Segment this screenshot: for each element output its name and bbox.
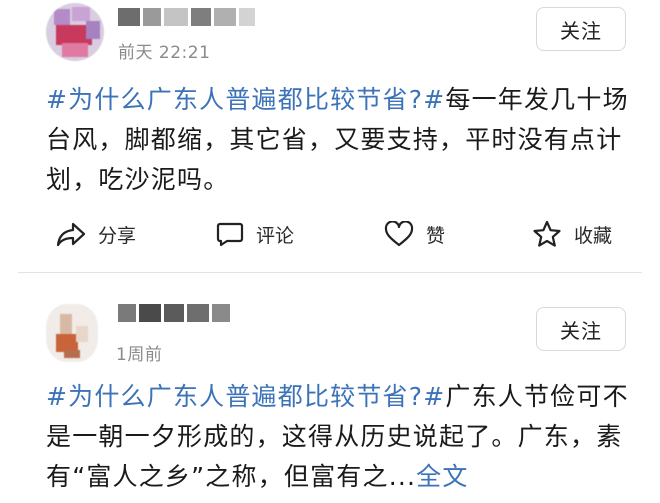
username-blurred[interactable] [118, 8, 255, 30]
favorite-button[interactable]: 收藏 [532, 214, 612, 254]
follow-button[interactable]: 关注 [536, 7, 626, 51]
share-arrow-icon [56, 222, 86, 247]
like-label: 赞 [426, 224, 446, 247]
favorite-label: 收藏 [574, 224, 613, 247]
share-button[interactable]: 分享 [56, 214, 136, 254]
hashtag-link[interactable]: #为什么广东人普遍都比较节省?# [46, 382, 445, 411]
comment-label: 评论 [256, 224, 295, 247]
star-icon [533, 220, 561, 247]
share-label: 分享 [98, 224, 137, 247]
post-timestamp: 1周前 [116, 345, 163, 365]
post-content: #为什么广东人普遍都比较节省?#广东人节俭可不是一朝一夕形成的，这得从历史说起了… [46, 377, 632, 497]
post-card-1: 前天 22:21 关注 #为什么广东人普遍都比较节省?#每一年发几十场台风，脚都… [0, 0, 660, 270]
post-timestamp: 前天 22:21 [118, 43, 211, 63]
comment-button[interactable]: 评论 [216, 214, 294, 254]
like-button[interactable]: 赞 [384, 214, 445, 254]
avatar[interactable] [46, 304, 98, 362]
follow-button[interactable]: 关注 [536, 307, 626, 351]
hashtag-link[interactable]: #为什么广东人普遍都比较节省?# [46, 85, 445, 114]
post-divider [18, 272, 642, 273]
post-card-2: 1周前 关注 #为什么广东人普遍都比较节省?#广东人节俭可不是一朝一夕形成的，这… [0, 280, 660, 503]
read-more-link[interactable]: 全文 [416, 462, 468, 491]
avatar[interactable] [46, 3, 104, 61]
comment-bubble-icon [216, 222, 244, 247]
username-blurred[interactable] [118, 304, 230, 326]
post-content: #为什么广东人普遍都比较节省?#每一年发几十场台风，脚都缩，其它省，又要支持，平… [46, 80, 632, 200]
action-bar: 分享 评论 赞 收藏 [0, 214, 660, 254]
heart-icon [384, 221, 414, 247]
